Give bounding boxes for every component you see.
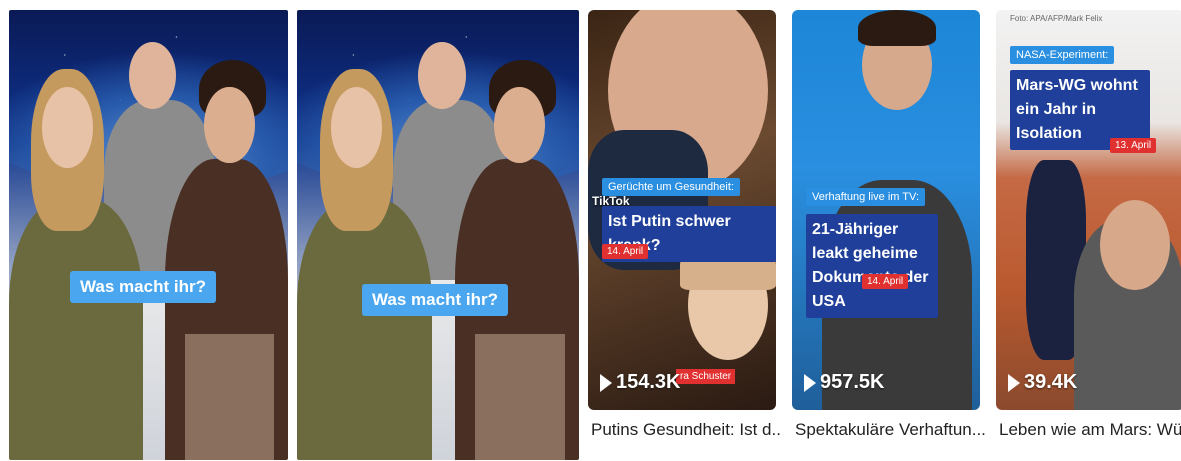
view-count: 957.5K xyxy=(804,371,885,394)
photo-credit: Foto: APA/AFP/Mark Felix xyxy=(1010,14,1103,23)
view-count: 39.4K xyxy=(1008,371,1077,394)
play-icon xyxy=(804,373,816,392)
young-man-face xyxy=(494,86,546,163)
woman-face xyxy=(42,86,93,168)
video-card-putin[interactable]: Gerüchte um Gesundheit: TikTok Ist Putin… xyxy=(588,10,776,410)
card-header: NASA-Experiment: xyxy=(1010,46,1115,64)
woman-face xyxy=(330,86,382,168)
young-man-face xyxy=(204,86,255,163)
presenter-face xyxy=(128,41,177,109)
woman-body xyxy=(9,199,143,460)
video-caption: Was macht ihr? xyxy=(362,284,508,316)
video-player-1[interactable]: Was macht ihr? xyxy=(9,10,288,460)
video-card-verhaftung[interactable]: Verhaftung live im TV: 21-Jähriger leakt… xyxy=(792,10,980,410)
card-headline: 21-Jähriger leakt geheime Dokumente der … xyxy=(806,214,938,318)
young-man-pants xyxy=(184,334,275,460)
card-header: Verhaftung live im TV: xyxy=(806,188,925,206)
video-card-mars[interactable]: Foto: APA/AFP/Mark Felix NASA-Experiment… xyxy=(996,10,1181,410)
video-caption: Was macht ihr? xyxy=(70,271,216,303)
woman-body xyxy=(297,199,433,460)
view-count: 154.3K xyxy=(600,371,681,394)
play-icon xyxy=(600,373,612,392)
video-player-2[interactable]: Was macht ihr? xyxy=(297,10,579,460)
card-title[interactable]: Putins Gesundheit: Ist d... xyxy=(591,420,781,440)
play-icon xyxy=(1008,373,1020,392)
young-man-pants xyxy=(474,334,565,460)
thumbnail-face xyxy=(1100,200,1170,290)
card-date: 13. April xyxy=(1110,138,1157,153)
view-count-value: 39.4K xyxy=(1024,371,1078,393)
card-title[interactable]: Leben wie am Mars: Wü... xyxy=(999,420,1181,440)
view-count-value: 957.5K xyxy=(820,371,885,393)
view-count-value: 154.3K xyxy=(616,371,681,393)
presenter-face xyxy=(418,41,467,109)
thumbnail-hair xyxy=(858,10,936,46)
card-date: 14. April xyxy=(862,274,909,289)
card-date: 14. April xyxy=(602,244,649,259)
card-title[interactable]: Spektakuläre Verhaftun... xyxy=(795,420,985,440)
name-tag: ra Schuster xyxy=(676,369,736,384)
